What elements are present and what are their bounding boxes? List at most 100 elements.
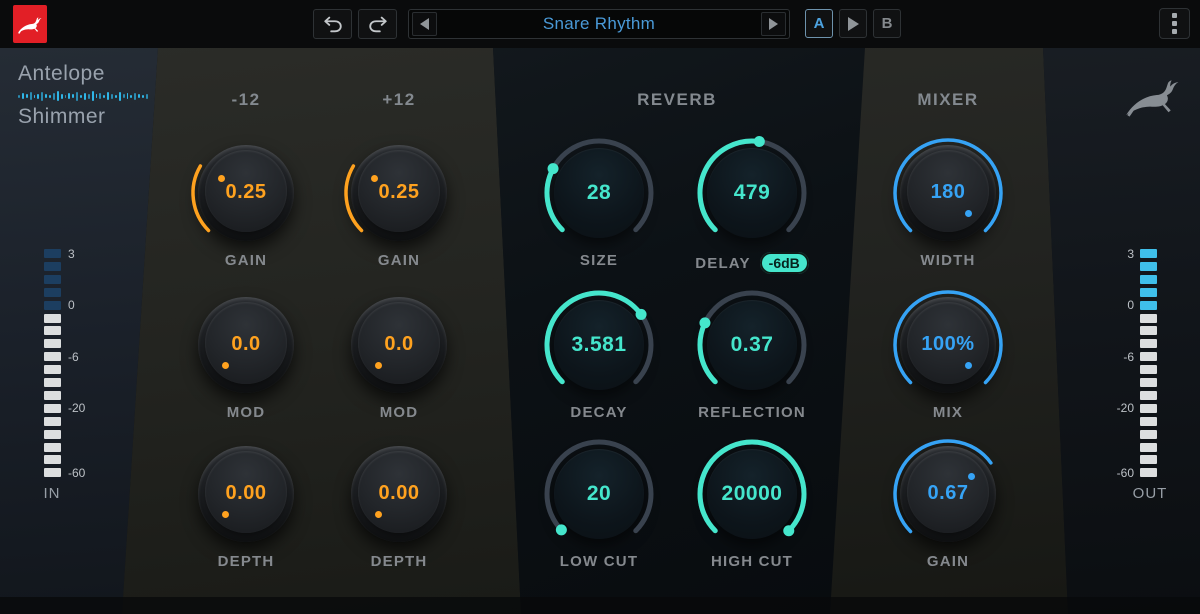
knob-label: DELAY (695, 255, 750, 272)
redo-button[interactable] (358, 9, 397, 39)
meter-segment (1140, 404, 1157, 413)
knob-value: 0.0 (314, 333, 484, 356)
ab-slot-b-button[interactable]: B (873, 9, 901, 38)
meter-tick-label: -6 (68, 351, 79, 363)
ab-slot-a-button[interactable]: A (805, 9, 833, 38)
meter-tick-label: -20 (1104, 402, 1134, 414)
knob-label: DEPTH (371, 553, 428, 570)
meter-segment (1140, 301, 1157, 310)
knob-label: HIGH CUT (711, 553, 793, 570)
knob-label: MOD (380, 404, 419, 421)
meter-segment (44, 455, 61, 464)
knob-highcut: 20000 HIGH CUT (667, 436, 837, 586)
meter-segment (44, 378, 61, 387)
ab-copy-button[interactable] (839, 9, 867, 38)
meter-segment (44, 275, 61, 284)
knob-indicator-dot (965, 210, 972, 217)
meter-segment (44, 326, 61, 335)
right-triangle-icon (769, 18, 778, 30)
preset-selector: Snare Rhythm (408, 9, 790, 39)
meter-tick-label: 0 (1104, 299, 1134, 311)
knob-badge: -6dB (760, 252, 809, 274)
knob-mix: 100% MIX (863, 287, 1033, 437)
knob-value: 0.00 (314, 482, 484, 505)
meter-segment (1140, 249, 1157, 258)
meter-segment (1140, 288, 1157, 297)
meter-segment (1140, 455, 1157, 464)
knob-delay: 479 DELAY -6dB (667, 135, 837, 285)
knob-value: 479 (667, 181, 837, 205)
knob-m12-depth: 0.00 DEPTH (161, 436, 331, 586)
meter-segment (44, 468, 61, 477)
knob-value: 0.25 (314, 181, 484, 204)
kebab-menu-icon (1172, 13, 1177, 34)
knob-p12-depth: 0.00 DEPTH (314, 436, 484, 586)
waveform-icon (18, 89, 148, 103)
knob-value: 20 (514, 482, 684, 506)
knob-indicator-dot (222, 362, 229, 369)
knob-p12-mod: 0.0 MOD (314, 287, 484, 437)
preset-name[interactable]: Snare Rhythm (440, 14, 758, 34)
knob-value: 180 (863, 181, 1033, 204)
brand-block: Antelope Shimmer (18, 62, 148, 129)
knob-indicator-dot (965, 362, 972, 369)
knob-width: 180 WIDTH (863, 135, 1033, 285)
previous-preset-button[interactable] (412, 12, 437, 36)
knob-indicator-dot (222, 511, 229, 518)
undo-button[interactable] (313, 9, 352, 39)
in-meter-label: IN (34, 485, 70, 502)
meter-segment (1140, 339, 1157, 348)
knob-label: MOD (227, 404, 266, 421)
meter-segment (44, 288, 61, 297)
in-meter: 30-6-20-60 (44, 249, 114, 489)
meter-segment (1140, 326, 1157, 335)
antelope-logo-button[interactable] (13, 5, 47, 43)
meter-tick-label: 0 (68, 299, 75, 311)
meter-segment (44, 262, 61, 271)
meter-segment (1140, 417, 1157, 426)
section-header-reverb: REVERB (577, 90, 777, 110)
knob-m12-mod: 0.0 MOD (161, 287, 331, 437)
plugin-window: Snare Rhythm A B Antelope Shimmer (0, 0, 1200, 614)
knob-indicator-dot (375, 362, 382, 369)
knob-out-gain: 0.67 GAIN (863, 436, 1033, 586)
knob-value: 20000 (667, 482, 837, 506)
meter-segment (1140, 314, 1157, 323)
left-triangle-icon (420, 18, 429, 30)
knob-size: 28 SIZE (514, 135, 684, 285)
meter-segment (1140, 378, 1157, 387)
meter-segment (44, 249, 61, 258)
meter-segment (1140, 262, 1157, 271)
menu-button[interactable] (1159, 8, 1190, 39)
meter-tick-label: 3 (1104, 248, 1134, 260)
right-triangle-icon (848, 17, 859, 31)
meter-segment (44, 391, 61, 400)
knob-label: DECAY (570, 404, 627, 421)
meter-segment (1140, 365, 1157, 374)
next-preset-button[interactable] (761, 12, 786, 36)
knob-label: WIDTH (920, 252, 975, 269)
knob-value: 3.581 (514, 333, 684, 357)
knob-label: SIZE (580, 252, 618, 269)
meter-tick-label: -60 (1104, 467, 1134, 479)
meter-tick-label: 3 (68, 248, 75, 260)
knob-label: MIX (933, 404, 963, 421)
meter-segment (44, 417, 61, 426)
knob-indicator-dot (375, 511, 382, 518)
knob-lowcut: 20 LOW CUT (514, 436, 684, 586)
plugin-body: Antelope Shimmer -12 +12 REVERB MIXER 0.… (0, 48, 1200, 614)
meter-segment (1140, 352, 1157, 361)
undo-arrow-icon (322, 13, 344, 35)
redo-arrow-icon (367, 13, 389, 35)
knob-label: GAIN (927, 553, 969, 570)
meter-tick-label: -60 (68, 467, 85, 479)
meter-segment (44, 339, 61, 348)
top-toolbar: Snare Rhythm A B (0, 0, 1200, 49)
meter-segment (1140, 430, 1157, 439)
section-header-plus12: +12 (299, 90, 499, 110)
knob-value: 0.37 (667, 333, 837, 357)
meter-segment (1140, 443, 1157, 452)
knob-label: LOW CUT (560, 553, 638, 570)
meter-segment (1140, 275, 1157, 284)
meter-segment (1140, 391, 1157, 400)
